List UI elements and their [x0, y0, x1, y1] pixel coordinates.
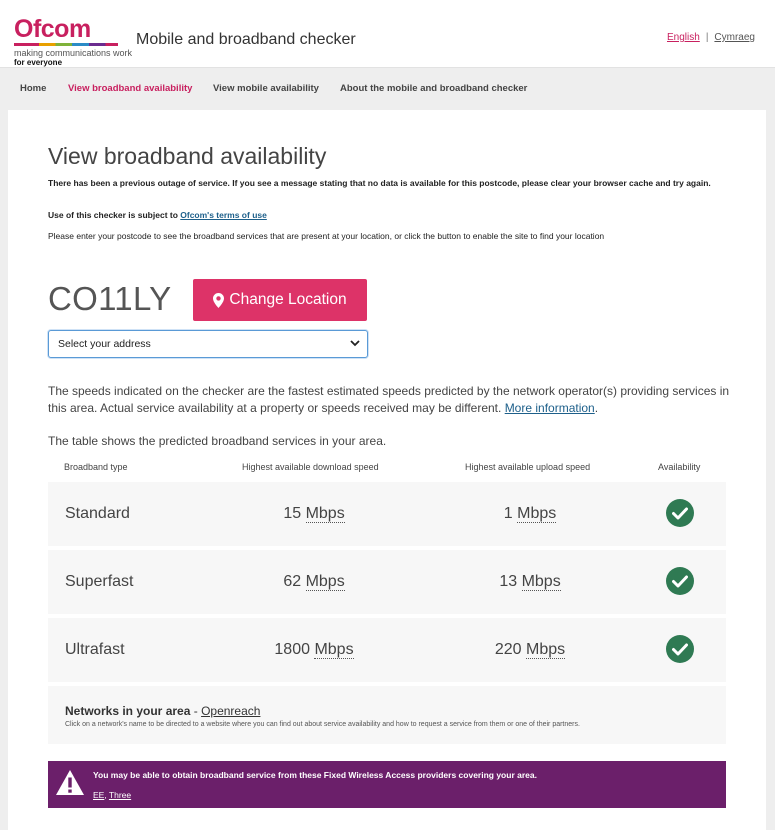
networks-description: Click on a network's name to be directed…: [65, 721, 580, 728]
logo-wordmark: Ofcom: [14, 15, 91, 43]
main-content: View broadband availability There has be…: [8, 110, 766, 830]
address-select[interactable]: Select your address: [48, 330, 368, 358]
page-title: View broadband availability: [48, 143, 327, 169]
nav-about[interactable]: About the mobile and broadband checker: [340, 83, 527, 94]
upload-speed: 13 Mbps: [430, 573, 630, 591]
openreach-link[interactable]: Openreach: [201, 704, 260, 718]
table-row: Ultrafast 1800 Mbps 220 Mbps: [48, 618, 726, 682]
table-row: Standard 15 Mbps 1 Mbps: [48, 482, 726, 546]
upload-unit[interactable]: Mbps: [526, 641, 566, 659]
download-value: 15: [283, 505, 302, 522]
broadband-type: Superfast: [65, 573, 134, 590]
networks-heading: Networks in your area: [65, 704, 191, 718]
upload-value: 13: [499, 573, 518, 590]
ofcom-logo[interactable]: Ofcom making communications work for eve…: [14, 15, 133, 67]
nav-home[interactable]: Home: [20, 83, 46, 94]
broadband-type: Standard: [65, 505, 130, 522]
download-value: 1800: [274, 641, 310, 658]
header-download-speed: Highest available download speed: [242, 462, 379, 472]
broadband-type: Ultrafast: [65, 641, 125, 658]
change-location-label: Change Location: [229, 291, 347, 308]
networks-panel: Networks in your area - Openreach Click …: [48, 686, 726, 744]
logo-tagline-2: for everyone: [14, 58, 63, 67]
table-row: Superfast 62 Mbps 13 Mbps: [48, 550, 726, 614]
upload-speed: 1 Mbps: [430, 505, 630, 523]
nav-mobile[interactable]: View mobile availability: [213, 83, 319, 94]
postcode-display: CO11LY: [48, 280, 172, 317]
more-information-link[interactable]: More information: [505, 401, 595, 415]
lang-english-link[interactable]: English: [667, 32, 700, 43]
lang-separator: |: [705, 32, 709, 43]
fwa-message: You may be able to obtain broadband serv…: [93, 770, 537, 780]
check-circle-icon: [666, 567, 694, 595]
warning-triangle-icon: [56, 770, 84, 795]
download-speed: 62 Mbps: [214, 573, 414, 591]
upload-unit[interactable]: Mbps: [517, 505, 557, 523]
map-marker-icon: [213, 292, 225, 308]
download-unit[interactable]: Mbps: [314, 641, 354, 659]
header-availability: Availability: [658, 462, 701, 472]
download-value: 62: [283, 573, 302, 590]
language-switcher: English | Cymraeg: [667, 32, 755, 43]
download-speed: 1800 Mbps: [214, 641, 414, 659]
chevron-down-icon: [350, 340, 360, 347]
site-header: Ofcom making communications work for eve…: [0, 0, 775, 68]
download-unit[interactable]: Mbps: [305, 573, 345, 591]
outage-notice: There has been a previous outage of serv…: [48, 178, 711, 188]
download-speed: 15 Mbps: [214, 505, 414, 523]
upload-unit[interactable]: Mbps: [521, 573, 561, 591]
networks-title: Networks in your area - Openreach: [65, 704, 260, 718]
networks-separator: -: [190, 704, 202, 718]
upload-value: 1: [503, 505, 513, 522]
provider-link-ee[interactable]: EE: [93, 790, 104, 800]
logo-color-bar: [14, 43, 118, 46]
speeds-disclaimer: The speeds indicated on the checker are …: [48, 383, 738, 417]
site-title: Mobile and broadband checker: [136, 31, 356, 48]
fwa-providers: EE, Three: [93, 790, 131, 800]
check-circle-icon: [666, 635, 694, 663]
upload-value: 220: [494, 641, 522, 658]
fwa-banner: You may be able to obtain broadband serv…: [48, 761, 726, 808]
terms-prefix: Use of this checker is subject to: [48, 210, 181, 220]
instructions: Please enter your postcode to see the br…: [48, 231, 605, 241]
terms-link[interactable]: Ofcom's terms of use: [180, 210, 267, 220]
change-location-button[interactable]: Change Location: [193, 279, 367, 321]
header-upload-speed: Highest available upload speed: [465, 462, 591, 472]
lang-welsh-link[interactable]: Cymraeg: [714, 32, 755, 43]
header-broadband-type: Broadband type: [64, 462, 128, 472]
provider-link-three[interactable]: Three: [109, 790, 131, 800]
download-unit[interactable]: Mbps: [305, 505, 345, 523]
nav-broadband[interactable]: View broadband availability: [68, 83, 192, 94]
check-circle-icon: [666, 499, 694, 527]
main-nav: Home View broadband availability View mo…: [0, 69, 775, 107]
terms-notice: Use of this checker is subject to Ofcom'…: [48, 210, 267, 220]
speeds-text-end: .: [594, 401, 599, 415]
speeds-text: The speeds indicated on the checker are …: [48, 384, 730, 415]
upload-speed: 220 Mbps: [430, 641, 630, 659]
address-select-value: Select your address: [58, 338, 151, 350]
table-intro: The table shows the predicted broadband …: [48, 434, 387, 448]
logo-tagline: making communications work: [14, 48, 133, 58]
